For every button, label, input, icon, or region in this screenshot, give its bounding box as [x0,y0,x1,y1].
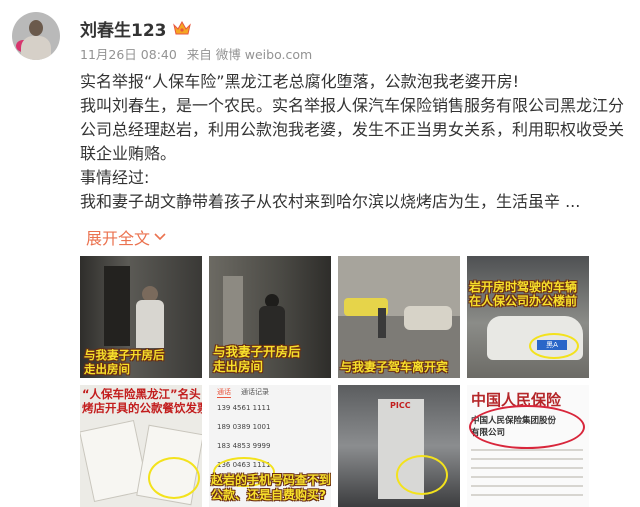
image-grid: 与我妻子开房后 走出房间 与我妻子开房后 走出房间 与我妻子驾车离开宾 黑A 岩… [80,256,632,507]
author-row: 刘春生123 [80,16,191,41]
image-caption: “人保车险黑龙江”名头 烤店开具的公款餐饮发票存 [82,387,202,415]
highlight-circle [469,405,585,449]
expand-full-text-button[interactable]: 展开全文 [86,225,166,249]
image-caption: 岩开房时驾驶的车辆 在人保公司办公楼前 [469,280,578,308]
chevron-down-icon [154,233,166,241]
highlight-circle [396,455,448,495]
image-thumbnail-3[interactable]: 与我妻子驾车离开宾 [338,256,460,378]
image-caption: 与我妻子驾车离开宾 [340,360,449,374]
content-line: 实名举报“人保车险”黑龙江老总腐化堕落，公款泡我老婆开房! [80,72,519,91]
post-meta: 11月26日 08:40 来自 微博 weibo.com [80,44,318,63]
image-thumbnail-7[interactable]: PICC [338,385,460,507]
image-caption: 赵岩的手机号码查不到 公款、还是自费购买? [211,473,331,502]
image-thumbnail-6[interactable]: 通话 通话记录 139 4561 1111 189 0389 1001 183 … [209,385,331,507]
author-avatar[interactable] [12,12,60,60]
phone-number: 139 4561 1111 [217,404,271,412]
image-thumbnail-2[interactable]: 与我妻子开房后 走出房间 [209,256,331,378]
content-line: 我叫刘春生，是一个农民。实名举报人保汽车保险销售服务有限公司黑龙江分公司总经理赵… [80,96,625,163]
content-line: 我和妻子胡文静带着孩子从农村来到哈尔滨以烧烤店为生，生活虽辛 ... [80,192,581,211]
image-thumbnail-5[interactable]: “人保车险黑龙江”名头 烤店开具的公款餐饮发票存 [80,385,202,507]
phone-number: 183 4853 9999 [217,442,271,450]
image-thumbnail-1[interactable]: 与我妻子开房后 走出房间 [80,256,202,378]
phone-tab: 通话 [217,388,231,398]
image-thumbnail-8[interactable]: 中国人民保险 中国人民保险集团股份 有限公司 [467,385,589,507]
image-caption: 与我妻子开房后 走出房间 [84,348,165,376]
content-line: 事情经过: [80,168,150,187]
post-source: 来自 微博 weibo.com [186,47,313,62]
crown-icon [172,21,191,35]
image-caption: 与我妻子开房后 走出房间 [213,344,301,374]
phone-tab: 通话记录 [241,388,269,396]
post-content: 实名举报“人保车险”黑龙江老总腐化堕落，公款泡我老婆开房! 我叫刘春生，是一个农… [80,70,632,214]
expand-label: 展开全文 [86,229,151,248]
picc-sign: PICC [390,401,411,410]
highlight-circle [529,333,579,359]
highlight-circle [148,457,200,499]
phone-number: 189 0389 1001 [217,423,271,431]
post-time[interactable]: 11月26日 08:40 [80,47,177,62]
image-thumbnail-4[interactable]: 黑A 岩开房时驾驶的车辆 在人保公司办公楼前 [467,256,589,378]
author-name[interactable]: 刘春生123 [80,16,167,41]
